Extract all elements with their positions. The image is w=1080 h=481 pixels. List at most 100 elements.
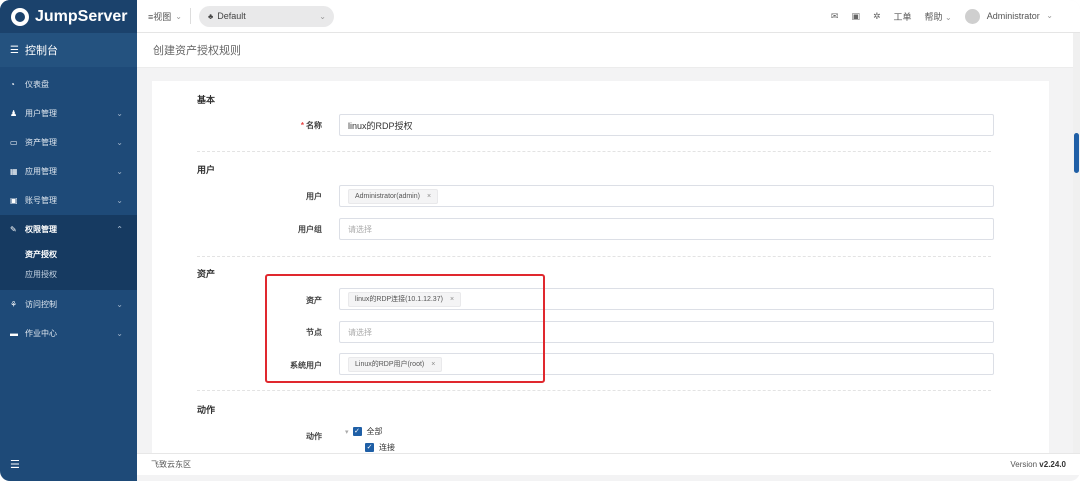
sidebar-item-accounts[interactable]: ▣ 账号管理 ⌄ bbox=[0, 186, 137, 215]
edit-icon: ✎ bbox=[10, 225, 17, 234]
section-divider bbox=[197, 151, 991, 152]
user-menu[interactable]: Administrator ⌄ bbox=[964, 8, 1053, 24]
org-select[interactable]: ♣ Default ⌄ bbox=[198, 5, 334, 27]
footer-version: Version v2.24.0 bbox=[1010, 460, 1066, 469]
section-title-action: 动作 bbox=[197, 405, 216, 415]
page-title: 创建资产授权规则 bbox=[153, 45, 241, 57]
name-label: * 名称 bbox=[200, 120, 322, 131]
section-title-user: 用户 bbox=[197, 165, 216, 175]
caret-down-icon: ▾ bbox=[345, 428, 349, 436]
mail-icon[interactable]: ✉ bbox=[831, 11, 839, 22]
action-connect-label: 连接 bbox=[379, 443, 395, 452]
action-all-label: 全部 bbox=[366, 427, 383, 436]
user-tag-text: Administrator(admin) bbox=[355, 192, 420, 200]
footer-region: 飞致云东区 bbox=[151, 460, 191, 469]
sidebar-item-assets[interactable]: ▭ 资产管理 ⌄ bbox=[0, 128, 137, 157]
sidebar-item-applications[interactable]: ▦ 应用管理 ⌄ bbox=[0, 157, 137, 186]
view-menu[interactable]: ≡视图 ⌄ bbox=[148, 8, 191, 24]
permission-form: 基本 * 名称 linux的RDP授权 用户 用户 Administrator(a… bbox=[152, 81, 1049, 453]
ticket-link[interactable]: 工单 bbox=[894, 10, 912, 23]
section-title-asset: 资产 bbox=[197, 269, 216, 279]
sitemap-icon: ⚘ bbox=[10, 300, 18, 309]
avatar bbox=[964, 8, 980, 24]
sidebar-item-permissions[interactable]: ✎ 权限管理 ⌃ bbox=[0, 215, 137, 244]
sidebar-item-access-control[interactable]: ⚘ 访问控制 ⌄ bbox=[0, 290, 137, 319]
app-window: JumpServer ☰ 控制台 ◔ 仪表盘 ♟ 用户管理 ⌄ ▭ 资产管理 ⌄… bbox=[0, 0, 1080, 481]
topbar-actions: ✉ ▣ ✲ 工单 帮助 ⌄ Administrator ⌄ bbox=[831, 8, 1053, 24]
jumpserver-logo-icon bbox=[11, 7, 29, 26]
sidebar-item-label: 用户管理 bbox=[25, 109, 57, 118]
org-label: Default bbox=[217, 11, 246, 21]
user-tag: Administrator(admin) × bbox=[348, 188, 439, 204]
chevron-down-icon: ⌄ bbox=[116, 167, 123, 176]
sidebar-item-label: 资产管理 bbox=[25, 138, 57, 147]
footer: 飞致云东区 Version v2.24.0 bbox=[137, 453, 1080, 475]
sidebar-nav: ◔ 仪表盘 ♟ 用户管理 ⌄ ▭ 资产管理 ⌄ ▦ 应用管理 ⌄ ▣ 账号管理 bbox=[0, 70, 137, 348]
user-groups-label: 用户组 bbox=[298, 225, 322, 234]
users-label: 用户 bbox=[306, 192, 322, 201]
checkbox-checked-icon: ✓ bbox=[352, 427, 362, 436]
sidebar-item-label: 权限管理 bbox=[25, 225, 57, 234]
sidebar-item-users[interactable]: ♟ 用户管理 ⌄ bbox=[0, 99, 137, 128]
sidebar-item-dashboard[interactable]: ◔ 仪表盘 bbox=[0, 70, 137, 99]
chevron-down-icon: ⌄ bbox=[116, 196, 123, 205]
section-title-basic: 基本 bbox=[197, 95, 216, 105]
user-groups-select[interactable]: 请选择 bbox=[339, 218, 994, 240]
users-icon: ♟ bbox=[10, 109, 18, 118]
sliders-icon: ☰ bbox=[10, 44, 19, 56]
actions-label: 动作 bbox=[306, 432, 322, 441]
brand-name: JumpServer bbox=[35, 7, 128, 25]
view-label: ≡视图 bbox=[148, 11, 172, 22]
page-header: 创建资产授权规则 bbox=[137, 33, 1080, 68]
close-icon[interactable]: × bbox=[427, 193, 431, 200]
user-label: Administrator bbox=[986, 10, 1040, 21]
name-label-text: 名称 bbox=[306, 121, 322, 130]
chevron-down-icon: ⌄ bbox=[945, 12, 952, 22]
version-number: v2.24.0 bbox=[1039, 460, 1066, 469]
chevron-down-icon: ⌄ bbox=[175, 11, 182, 21]
inbox-icon: ▭ bbox=[10, 138, 18, 147]
chevron-down-icon: ⌄ bbox=[116, 138, 123, 147]
chevron-up-icon: ⌃ bbox=[116, 225, 123, 234]
topbar: ≡视图 ⌄ ♣ Default ⌄ ✉ ▣ ✲ 工单 帮助 ⌄ Administ… bbox=[137, 0, 1080, 33]
help-label: 帮助 bbox=[924, 11, 943, 22]
chevron-down-icon: ⌄ bbox=[116, 329, 123, 338]
sidebar-subitem-asset-permission[interactable]: 资产授权 bbox=[0, 244, 137, 264]
terminal-icon[interactable]: ▣ bbox=[851, 11, 860, 22]
collapse-sidebar-icon[interactable]: ☰ bbox=[10, 458, 20, 471]
console-label: 控制台 bbox=[24, 45, 58, 57]
sidebar-group-permissions: ✎ 权限管理 ⌃ 资产授权 应用授权 bbox=[0, 215, 137, 290]
help-menu[interactable]: 帮助 ⌄ bbox=[925, 10, 952, 23]
scrollbar-thumb[interactable] bbox=[1074, 133, 1079, 173]
required-marker: * bbox=[300, 121, 304, 130]
sidebar-subitem-app-permission[interactable]: 应用授权 bbox=[0, 264, 137, 284]
chevron-down-icon: ⌄ bbox=[116, 109, 123, 118]
version-prefix: Version bbox=[1010, 460, 1038, 469]
sidebar-item-label: 应用管理 bbox=[25, 167, 57, 176]
monitor-icon: ▬ bbox=[10, 329, 18, 338]
sidebar-item-label: 访问控制 bbox=[25, 300, 57, 309]
id-card-icon: ▣ bbox=[10, 196, 18, 205]
sitemap-icon: ♣ bbox=[207, 11, 214, 21]
sidebar-item-label: 仪表盘 bbox=[25, 80, 49, 89]
console-switch[interactable]: ☰ 控制台 bbox=[0, 33, 137, 67]
sidebar-item-label: 账号管理 bbox=[25, 196, 57, 205]
name-field[interactable]: linux的RDP授权 bbox=[339, 114, 994, 136]
sidebar-item-label: 作业中心 bbox=[25, 329, 57, 338]
dashboard-icon: ◔ bbox=[10, 80, 15, 89]
sidebar: JumpServer ☰ 控制台 ◔ 仪表盘 ♟ 用户管理 ⌄ ▭ 资产管理 ⌄… bbox=[0, 0, 137, 481]
scrollbar[interactable] bbox=[1073, 33, 1080, 453]
sidebar-item-job-center[interactable]: ▬ 作业中心 ⌄ bbox=[0, 319, 137, 348]
action-all-checkbox[interactable]: ▾ ✓ 全部 bbox=[345, 426, 383, 437]
chevron-down-icon: ⌄ bbox=[1046, 11, 1053, 21]
action-connect-checkbox[interactable]: ✓ 连接 bbox=[365, 442, 395, 453]
gear-icon[interactable]: ✲ bbox=[873, 11, 881, 22]
grid-icon: ▦ bbox=[10, 167, 18, 176]
brand-logo[interactable]: JumpServer bbox=[0, 0, 137, 33]
annotation-highlight-box bbox=[265, 274, 545, 383]
chevron-down-icon: ⌄ bbox=[319, 11, 326, 21]
chevron-down-icon: ⌄ bbox=[116, 300, 123, 309]
users-select[interactable]: Administrator(admin) × bbox=[339, 185, 994, 207]
section-divider bbox=[197, 256, 991, 257]
checkbox-checked-icon: ✓ bbox=[365, 443, 374, 452]
